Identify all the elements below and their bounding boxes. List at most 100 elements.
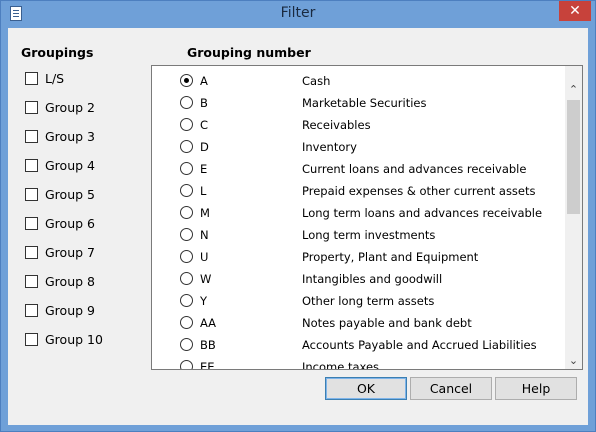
grouping-radio[interactable] bbox=[180, 316, 193, 329]
grouping-checkbox[interactable] bbox=[25, 332, 38, 346]
grouping-label: Group 6 bbox=[45, 215, 95, 231]
scroll-up-icon[interactable]: ⌃ bbox=[565, 81, 582, 98]
grouping-number-row[interactable]: AA Notes payable and bank debt bbox=[152, 312, 560, 334]
grouping-radio[interactable] bbox=[180, 360, 193, 369]
grouping-checkbox-item[interactable]: Group 5 bbox=[25, 185, 95, 203]
grouping-description: Intangibles and goodwill bbox=[302, 272, 443, 286]
grouping-radio[interactable] bbox=[180, 272, 193, 285]
grouping-label: Group 2 bbox=[45, 99, 95, 115]
grouping-description: Prepaid expenses & other current assets bbox=[302, 184, 536, 198]
grouping-number-row[interactable]: A Cash bbox=[152, 70, 560, 92]
grouping-checkbox-item[interactable]: Group 10 bbox=[25, 330, 103, 348]
grouping-description: Cash bbox=[302, 74, 331, 88]
grouping-checkbox[interactable] bbox=[25, 245, 38, 259]
grouping-checkbox[interactable] bbox=[25, 216, 38, 230]
help-button[interactable]: Help bbox=[495, 377, 577, 400]
grouping-checkbox-item[interactable]: L/S bbox=[25, 69, 64, 87]
grouping-number-row[interactable]: B Marketable Securities bbox=[152, 92, 560, 114]
grouping-radio[interactable] bbox=[180, 140, 193, 153]
grouping-number-row[interactable]: N Long term investments bbox=[152, 224, 560, 246]
grouping-number-row[interactable]: BB Accounts Payable and Accrued Liabiliti… bbox=[152, 334, 560, 356]
grouping-number-row[interactable]: E Current loans and advances receivable bbox=[152, 158, 560, 180]
grouping-code: AA bbox=[200, 316, 217, 330]
grouping-code: EE bbox=[200, 360, 215, 369]
grouping-number-row[interactable]: U Property, Plant and Equipment bbox=[152, 246, 560, 268]
grouping-number-row[interactable]: D Inventory bbox=[152, 136, 560, 158]
grouping-radio[interactable] bbox=[180, 294, 193, 307]
grouping-checkbox[interactable] bbox=[25, 187, 38, 201]
grouping-description: Inventory bbox=[302, 140, 357, 154]
grouping-number-row[interactable]: W Intangibles and goodwill bbox=[152, 268, 560, 290]
grouping-description: Notes payable and bank debt bbox=[302, 316, 472, 330]
ok-button[interactable]: OK bbox=[325, 377, 407, 400]
grouping-radio[interactable] bbox=[180, 250, 193, 263]
grouping-radio[interactable] bbox=[180, 228, 193, 241]
grouping-label: Group 7 bbox=[45, 244, 95, 260]
grouping-radio[interactable] bbox=[180, 338, 193, 351]
grouping-checkbox-item[interactable]: Group 8 bbox=[25, 272, 95, 290]
grouping-label: Group 9 bbox=[45, 302, 95, 318]
dialog-body: Groupings L/S Group 2 Group 3 Group 4 Group … bbox=[8, 28, 588, 425]
grouping-checkbox-item[interactable]: Group 4 bbox=[25, 156, 95, 174]
grouping-code: N bbox=[200, 228, 209, 242]
grouping-code: Y bbox=[200, 294, 208, 308]
vertical-scrollbar[interactable]: ⌃ ⌄ bbox=[565, 66, 582, 369]
grouping-code: L bbox=[200, 184, 207, 198]
grouping-checkbox[interactable] bbox=[25, 100, 38, 114]
grouping-checkbox[interactable] bbox=[25, 129, 38, 143]
grouping-radio[interactable] bbox=[180, 162, 193, 175]
grouping-checkbox[interactable] bbox=[25, 71, 38, 85]
grouping-description: Accounts Payable and Accrued Liabilities bbox=[302, 338, 537, 352]
grouping-description: Current loans and advances receivable bbox=[302, 162, 527, 176]
grouping-code: W bbox=[200, 272, 212, 286]
grouping-number-row[interactable]: C Receivables bbox=[152, 114, 560, 136]
grouping-number-row[interactable]: EE Income taxes bbox=[152, 356, 560, 369]
title-bar[interactable]: Filter ✕ bbox=[1, 1, 595, 27]
grouping-description: Marketable Securities bbox=[302, 96, 427, 110]
grouping-radio[interactable] bbox=[180, 206, 193, 219]
grouping-checkbox-item[interactable]: Group 2 bbox=[25, 98, 95, 116]
grouping-description: Receivables bbox=[302, 118, 371, 132]
grouping-number-heading: Grouping number bbox=[187, 45, 311, 60]
grouping-checkbox-item[interactable]: Group 3 bbox=[25, 127, 95, 145]
grouping-code: M bbox=[200, 206, 210, 220]
scroll-thumb[interactable] bbox=[567, 100, 580, 214]
window-title: Filter bbox=[280, 5, 316, 21]
grouping-checkbox[interactable] bbox=[25, 274, 38, 288]
grouping-checkbox[interactable] bbox=[25, 158, 38, 172]
grouping-checkbox-item[interactable]: Group 7 bbox=[25, 243, 95, 261]
grouping-checkbox-item[interactable]: Group 6 bbox=[25, 214, 95, 232]
filter-dialog: Filter ✕ Groupings L/S Group 2 Group 3 Grou… bbox=[0, 0, 596, 432]
grouping-radio[interactable] bbox=[180, 74, 193, 87]
grouping-number-row[interactable]: M Long term loans and advances receivable bbox=[152, 202, 560, 224]
grouping-description: Long term loans and advances receivable bbox=[302, 206, 543, 220]
grouping-code: D bbox=[200, 140, 209, 154]
grouping-code: BB bbox=[200, 338, 216, 352]
grouping-label: Group 10 bbox=[45, 331, 103, 347]
grouping-number-row[interactable]: Y Other long term assets bbox=[152, 290, 560, 312]
grouping-description: Other long term assets bbox=[302, 294, 435, 308]
grouping-code: B bbox=[200, 96, 208, 110]
grouping-checkbox-item[interactable]: Group 9 bbox=[25, 301, 95, 319]
grouping-radio[interactable] bbox=[180, 96, 193, 109]
grouping-label: Group 3 bbox=[45, 128, 95, 144]
cancel-button[interactable]: Cancel bbox=[410, 377, 492, 400]
groupings-heading: Groupings bbox=[21, 45, 94, 60]
grouping-checkbox[interactable] bbox=[25, 303, 38, 317]
grouping-label: L/S bbox=[45, 70, 65, 86]
scroll-down-icon[interactable]: ⌄ bbox=[565, 352, 582, 369]
grouping-number-rows: A Cash B Marketable Securities C Receivables D… bbox=[152, 66, 560, 369]
grouping-number-list[interactable]: A Cash B Marketable Securities C Receivables D… bbox=[151, 65, 583, 370]
grouping-code: U bbox=[200, 250, 209, 264]
grouping-label: Group 4 bbox=[45, 157, 95, 173]
grouping-number-row[interactable]: L Prepaid expenses & other current assets bbox=[152, 180, 560, 202]
grouping-label: Group 5 bbox=[45, 186, 95, 202]
close-button[interactable]: ✕ bbox=[559, 1, 591, 21]
grouping-description: Income taxes bbox=[302, 360, 380, 369]
grouping-radio[interactable] bbox=[180, 184, 193, 197]
grouping-label: Group 8 bbox=[45, 273, 95, 289]
grouping-description: Long term investments bbox=[302, 228, 436, 242]
grouping-code: A bbox=[200, 74, 208, 88]
grouping-radio[interactable] bbox=[180, 118, 193, 131]
grouping-code: E bbox=[200, 162, 208, 176]
